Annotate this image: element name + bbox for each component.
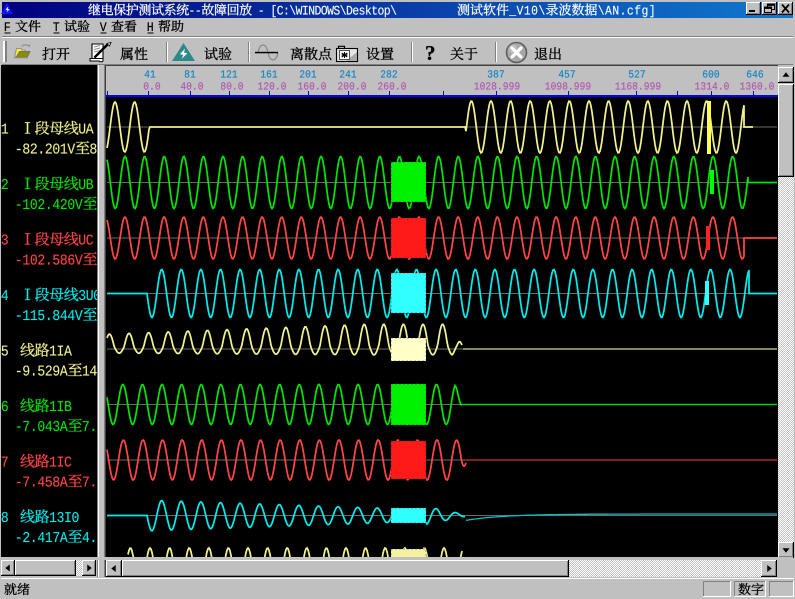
svg-text:?: ?	[425, 41, 436, 65]
